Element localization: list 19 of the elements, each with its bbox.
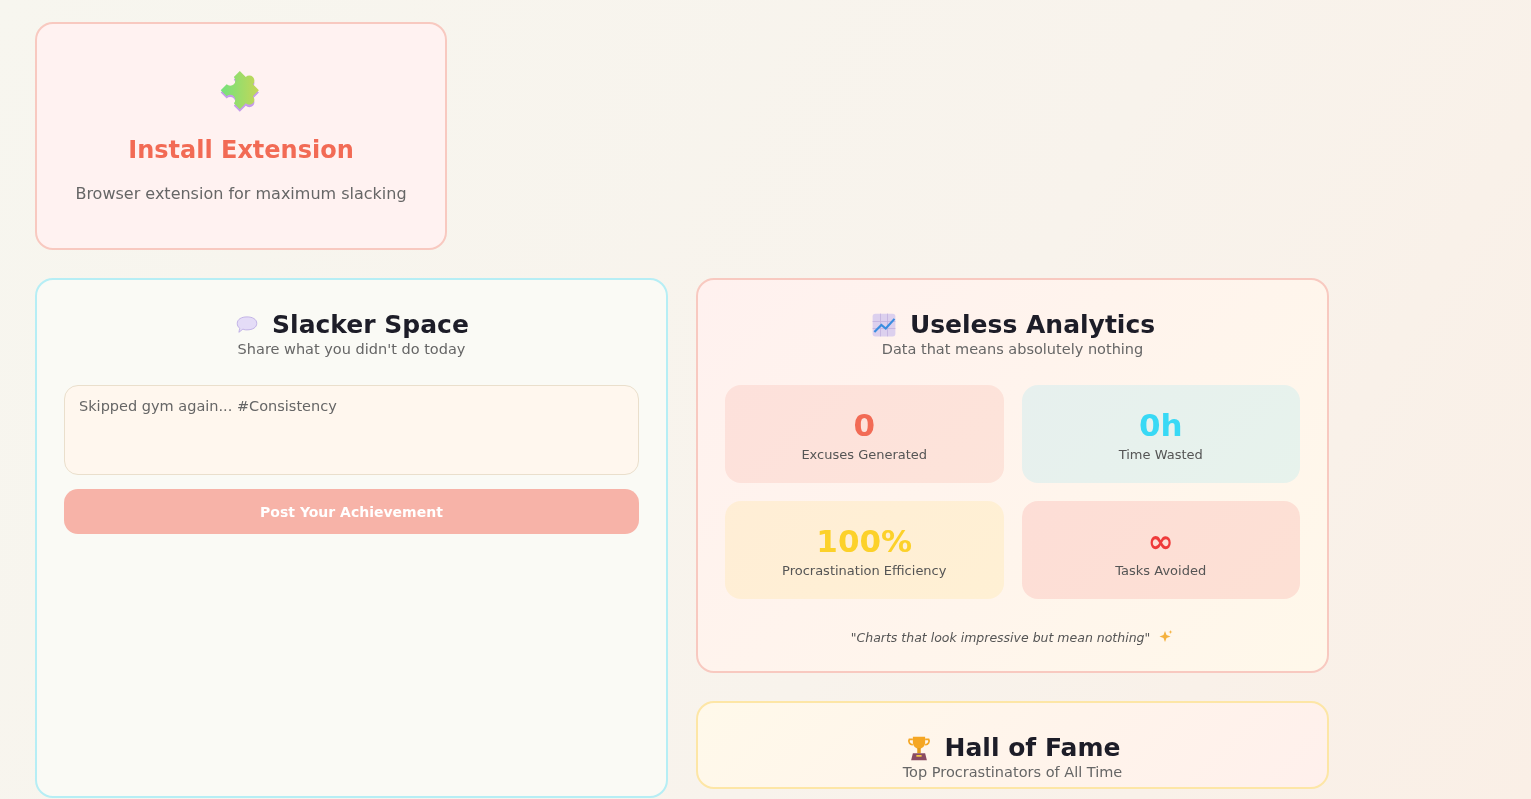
- card-title: Slacker Space: [272, 310, 469, 339]
- stat-value: 0: [853, 406, 876, 443]
- card-subtitle: Data that means absolutely nothing: [881, 341, 1144, 357]
- card-title: Install Extension: [128, 136, 354, 164]
- stat-value: 0h: [1138, 406, 1183, 443]
- install-extension-card[interactable]: Install Extension Browser extension for maximum slacking: [35, 22, 447, 250]
- card-description: Browser extension for maximum slacking: [75, 184, 407, 203]
- card-subtitle: Top Procrastinators of All Time: [902, 764, 1123, 780]
- card-title: Useless Analytics: [909, 310, 1156, 339]
- stat-label: Excuses Generated: [801, 446, 928, 462]
- post-input-field[interactable]: Skipped gym again... #Consistency: [64, 385, 639, 475]
- card-subtitle: Share what you didn't do today: [237, 341, 466, 357]
- stat-label: Tasks Avoided: [1115, 562, 1207, 578]
- stat-label: Procrastination Efficiency: [782, 562, 947, 578]
- card-title: Hall of Fame: [944, 733, 1121, 762]
- stat-value: ∞: [1147, 522, 1174, 559]
- stat-value: 100%: [816, 522, 913, 559]
- stat-label: Time Wasted: [1118, 446, 1203, 462]
- footnote: "Charts that look impressive but mean nothing": [850, 629, 1151, 645]
